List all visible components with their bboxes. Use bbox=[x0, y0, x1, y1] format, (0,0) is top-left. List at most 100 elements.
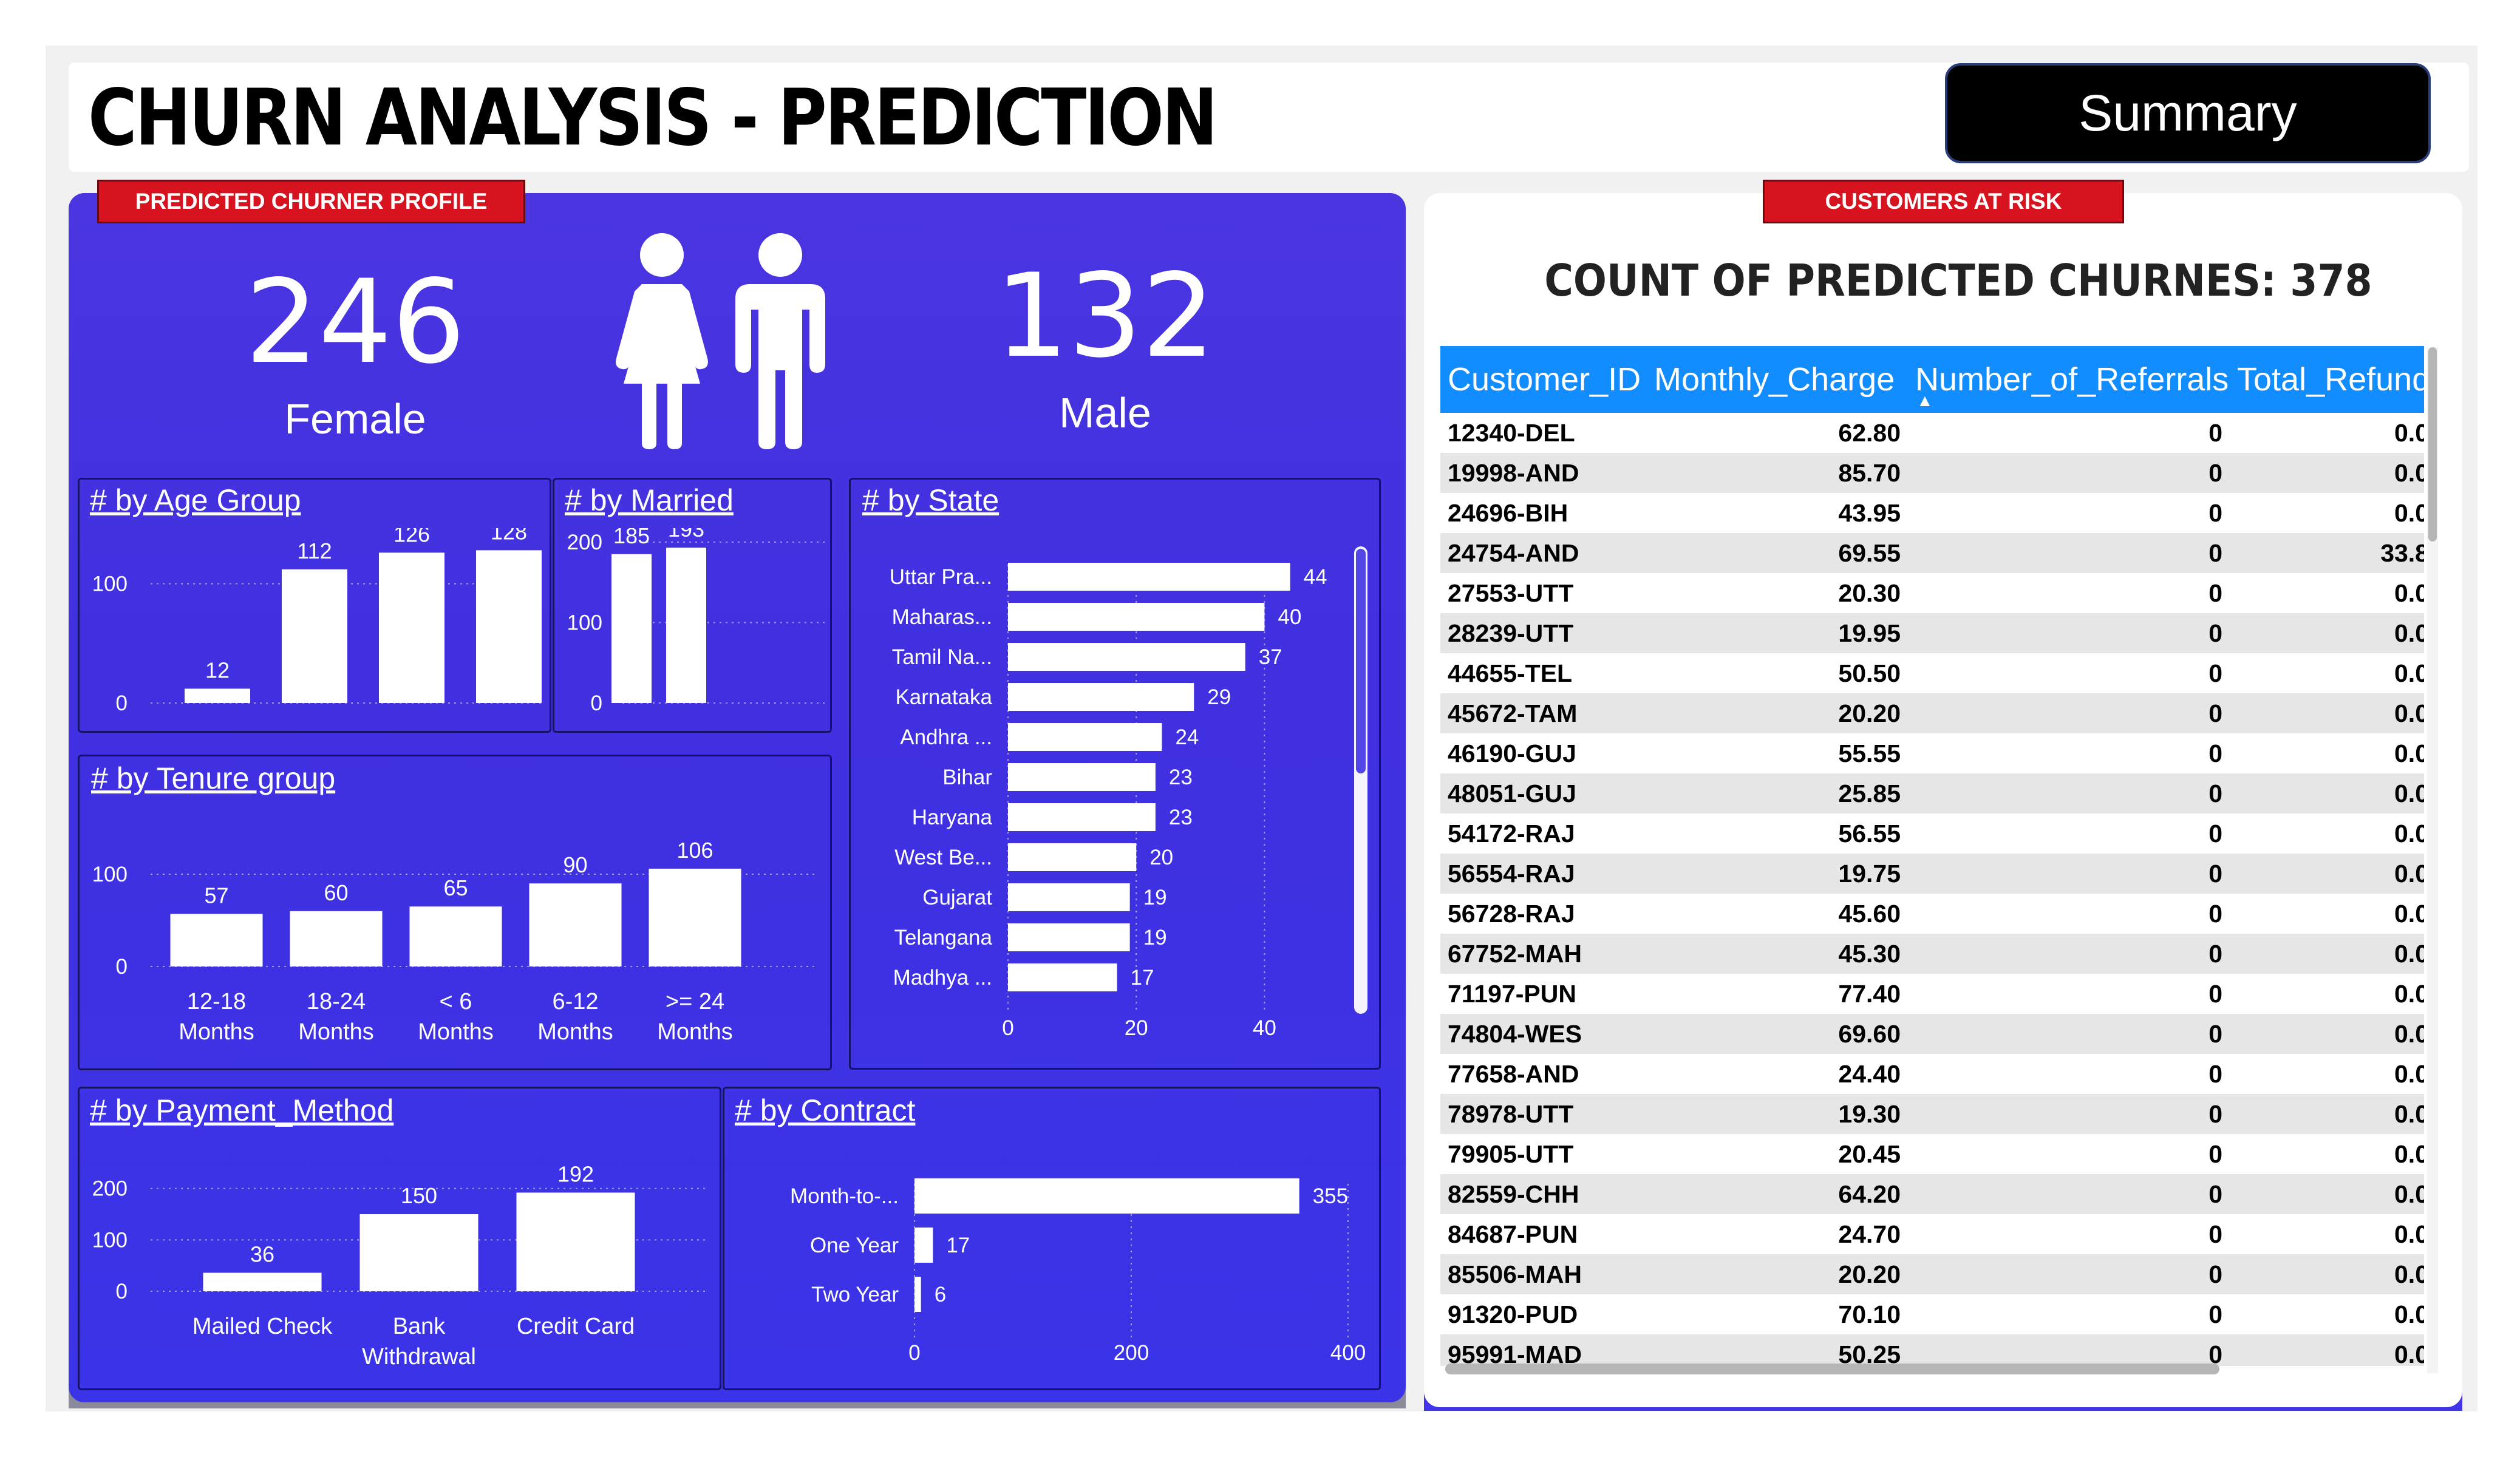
table-row[interactable]: 77658-AND 24.40 0 0.0 bbox=[1440, 1054, 2424, 1094]
bar bbox=[359, 1214, 478, 1291]
table-cell: 0 bbox=[2208, 819, 2222, 847]
bar bbox=[409, 906, 502, 966]
bar bbox=[1008, 643, 1245, 671]
table-cell: 45672-TAM bbox=[1440, 693, 1647, 733]
table-cell: 0.0 bbox=[2230, 453, 2424, 493]
column-header-total-refunds[interactable]: Total_Refunds bbox=[2230, 346, 2424, 413]
x-tick-label: Bank bbox=[393, 1314, 446, 1339]
table-cell: 62.80 bbox=[1838, 418, 1901, 447]
y-tick-label: 100 bbox=[92, 1228, 128, 1252]
y-tick-label: 100 bbox=[567, 611, 602, 634]
table-cell: 0.0 bbox=[2230, 1174, 2424, 1214]
predicted-churn-count-title: COUNT OF PREDICTED CHURNES: 378 bbox=[1544, 255, 2372, 306]
x-tick-label: Mailed Check bbox=[192, 1314, 333, 1339]
table-row[interactable]: 24754-AND 69.55 0 33.8 bbox=[1440, 533, 2424, 573]
table-row[interactable]: 74804-WES 69.60 0 0.0 bbox=[1440, 1014, 2424, 1054]
table-cell: 0.0 bbox=[2394, 579, 2424, 607]
table-row[interactable]: 45672-TAM 20.20 0 0.0 bbox=[1440, 693, 2424, 733]
table-cell: 0.0 bbox=[2394, 1059, 2424, 1088]
data-label: 40 bbox=[1278, 605, 1301, 629]
table-cell: 0.0 bbox=[2230, 1014, 2424, 1054]
x-tick-label: 6-12 bbox=[552, 989, 598, 1014]
table-row[interactable]: 95991-MAD 50.25 0 0.0 bbox=[1440, 1334, 2424, 1366]
table-row[interactable]: 79905-UTT 20.45 0 0.0 bbox=[1440, 1134, 2424, 1174]
table-row[interactable]: 28239-UTT 19.95 0 0.0 bbox=[1440, 613, 2424, 653]
table-cell: 54172-RAJ bbox=[1448, 819, 1575, 847]
x-tick-label: Months bbox=[537, 1019, 613, 1045]
data-label: 57 bbox=[204, 883, 228, 908]
y-tick-label: Haryana bbox=[912, 806, 993, 829]
contract-title[interactable]: # by Contract bbox=[735, 1093, 915, 1128]
summary-button[interactable]: Summary bbox=[1945, 63, 2431, 163]
y-tick-label: One Year bbox=[810, 1234, 899, 1257]
bar bbox=[1008, 683, 1194, 711]
table-row[interactable]: 24696-BIH 43.95 0 0.0 bbox=[1440, 493, 2424, 533]
table-row[interactable]: 71197-PUN 77.40 0 0.0 bbox=[1440, 974, 2424, 1014]
table-cell: 20.30 bbox=[1838, 579, 1901, 607]
table-row[interactable]: 85506-MAH 20.20 0 0.0 bbox=[1440, 1254, 2424, 1294]
table-row[interactable]: 56554-RAJ 19.75 0 0.0 bbox=[1440, 854, 2424, 894]
table-row[interactable]: 67752-MAH 45.30 0 0.0 bbox=[1440, 934, 2424, 974]
table-cell: 19.30 bbox=[1647, 1094, 1908, 1134]
table-cell: 20.20 bbox=[1647, 1254, 1908, 1294]
bar bbox=[611, 554, 652, 703]
table-row[interactable]: 27553-UTT 20.30 0 0.0 bbox=[1440, 573, 2424, 613]
data-label: 185 bbox=[613, 528, 650, 548]
table-row[interactable]: 82559-CHH 64.20 0 0.0 bbox=[1440, 1174, 2424, 1214]
data-label: 150 bbox=[401, 1183, 437, 1208]
table-row[interactable]: 19998-AND 85.70 0 0.0 bbox=[1440, 453, 2424, 493]
column-header-monthly-charge[interactable]: Monthly_Charge bbox=[1647, 346, 1908, 413]
table-cell: 33.8 bbox=[2230, 533, 2424, 573]
column-header-number-of-referrals[interactable]: Number_of_Referrals ▲ bbox=[1908, 346, 2230, 413]
table-cell: 0 bbox=[2208, 498, 2222, 527]
column-header-customer-id[interactable]: Customer_ID bbox=[1440, 346, 1647, 413]
table-cell: 64.20 bbox=[1647, 1174, 1908, 1214]
data-label: 112 bbox=[297, 538, 332, 563]
data-label: 19 bbox=[1143, 886, 1167, 909]
column-header-number-of-referrals-label: Number_of_Referrals bbox=[1915, 361, 2229, 398]
table-cell: 56728-RAJ bbox=[1448, 899, 1575, 928]
table-cell: 24.40 bbox=[1838, 1059, 1901, 1088]
table-row[interactable]: 46190-GUJ 55.55 0 0.0 bbox=[1440, 733, 2424, 773]
bar bbox=[1008, 563, 1290, 591]
table-cell: 0 bbox=[1908, 773, 2230, 813]
table-cell: 45.60 bbox=[1838, 899, 1901, 928]
table-row[interactable]: 84687-PUN 24.70 0 0.0 bbox=[1440, 1214, 2424, 1254]
data-label: 23 bbox=[1169, 806, 1193, 829]
state-title[interactable]: # by State bbox=[862, 483, 999, 518]
married-title[interactable]: # by Married bbox=[565, 483, 734, 518]
table-row[interactable]: 44655-TEL 50.50 0 0.0 bbox=[1440, 653, 2424, 693]
table-cell: 50.25 bbox=[1647, 1334, 1908, 1366]
table-cell: 0 bbox=[1908, 1334, 2230, 1366]
table-row[interactable]: 78978-UTT 19.30 0 0.0 bbox=[1440, 1094, 2424, 1134]
bar bbox=[1008, 803, 1156, 831]
payment-method-title[interactable]: # by Payment_Method bbox=[90, 1093, 393, 1128]
table-cell: 79905-UTT bbox=[1448, 1139, 1574, 1168]
table-cell: 0 bbox=[2208, 1220, 2222, 1248]
y-tick-label: Madhya ... bbox=[893, 966, 992, 990]
table-vertical-scroll-thumb[interactable] bbox=[2428, 347, 2437, 542]
y-tick-label: 100 bbox=[92, 863, 128, 886]
table-cell: 71197-PUN bbox=[1448, 979, 1576, 1008]
table-horizontal-scroll-thumb[interactable] bbox=[1445, 1364, 2219, 1374]
table-cell: 0.0 bbox=[2394, 498, 2424, 527]
table-row[interactable]: 91320-PUD 70.10 0 0.0 bbox=[1440, 1294, 2424, 1334]
bar bbox=[1008, 603, 1265, 631]
y-tick-label: 200 bbox=[92, 1177, 128, 1201]
table-row[interactable]: 12340-DEL 62.80 0 0.0 bbox=[1440, 413, 2424, 453]
y-tick-label: 200 bbox=[567, 531, 602, 554]
age-group-title[interactable]: # by Age Group bbox=[90, 483, 301, 518]
table-cell: 20.45 bbox=[1838, 1139, 1901, 1168]
table-row[interactable]: 48051-GUJ 25.85 0 0.0 bbox=[1440, 773, 2424, 813]
bar bbox=[914, 1178, 1299, 1214]
bar bbox=[1008, 963, 1117, 991]
table-cell: 0.0 bbox=[2230, 693, 2424, 733]
table-cell: 0.0 bbox=[2230, 1094, 2424, 1134]
table-cell: 0.0 bbox=[2394, 1220, 2424, 1248]
table-row[interactable]: 54172-RAJ 56.55 0 0.0 bbox=[1440, 813, 2424, 854]
table-cell: 0.0 bbox=[2230, 854, 2424, 894]
table-row[interactable]: 56728-RAJ 45.60 0 0.0 bbox=[1440, 894, 2424, 934]
tenure-title[interactable]: # by Tenure group bbox=[91, 761, 335, 796]
table-cell: 55.55 bbox=[1838, 739, 1901, 767]
y-tick-label: Uttar Pra... bbox=[890, 565, 992, 589]
